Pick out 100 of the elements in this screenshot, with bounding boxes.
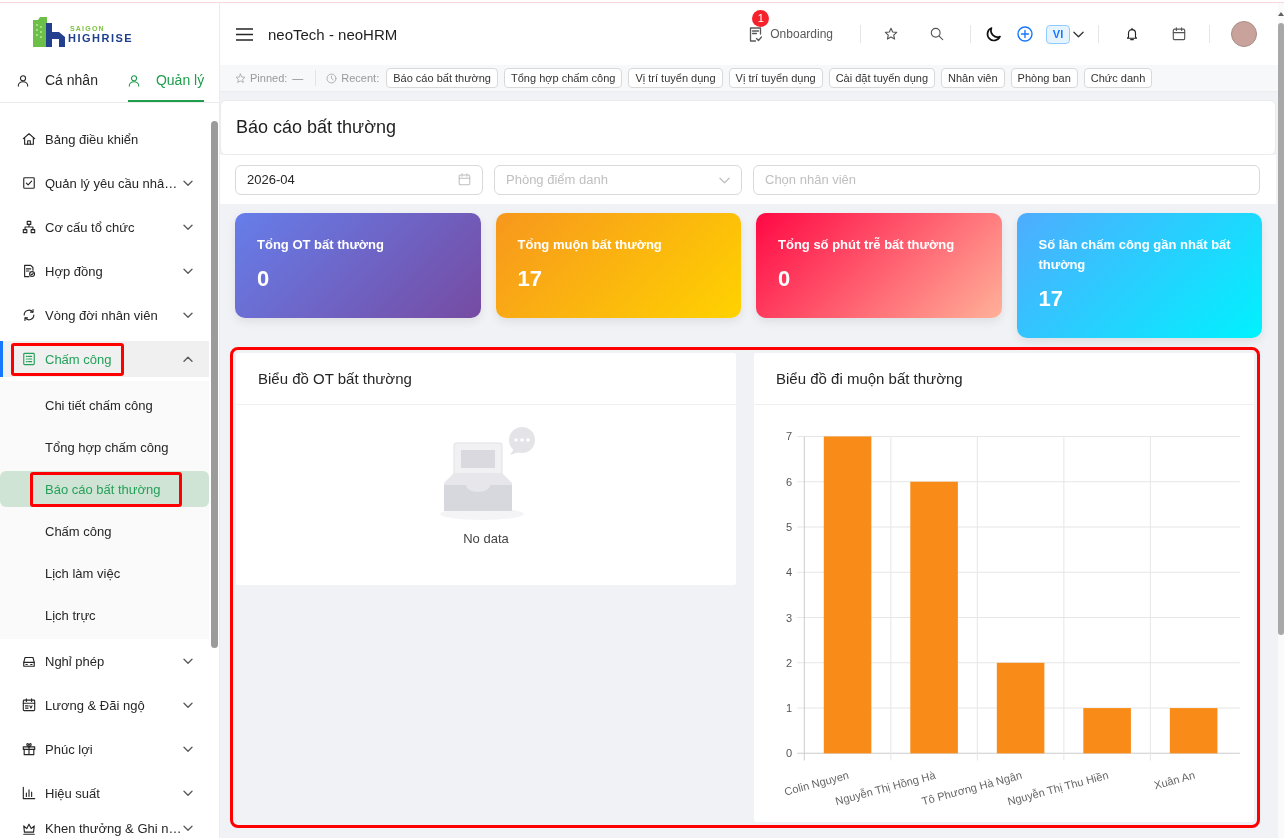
stat-value: 17 — [1038, 285, 1064, 313]
chart-bar — [1083, 708, 1131, 754]
stat-label: Tổng số phút trễ bất thường — [778, 236, 956, 254]
user-icon — [17, 73, 29, 87]
sidebar-menu-item[interactable]: Quản lý yêu cầu nhâ… — [0, 165, 209, 201]
search-icon[interactable] — [930, 27, 944, 41]
recent-page-chip[interactable]: Nhân viên — [941, 68, 1005, 88]
gift-icon — [22, 742, 36, 756]
sidebar-submenu-item[interactable]: Tổng hợp chấm công — [0, 429, 209, 465]
input-field[interactable]: Chọn nhân viên — [753, 164, 1260, 195]
axis-tick-label: 7 — [786, 430, 793, 443]
sidebar-menu-item[interactable]: Cơ cấu tổ chức — [0, 209, 209, 245]
chart-title: Biểu đồ đi muộn bất thường — [776, 370, 963, 387]
sidebar-tab[interactable]: Cá nhân — [17, 60, 98, 102]
building-logo-icon — [33, 16, 65, 47]
chevron-down-icon — [183, 789, 193, 797]
sidebar-menu-item[interactable]: Hiệu suất — [0, 775, 209, 811]
star-icon — [235, 72, 246, 84]
recent-page-chip[interactable]: Vị trí tuyển dụng — [628, 68, 723, 88]
language-button[interactable]: VI — [1046, 24, 1070, 44]
logo-text: HIGHRISE — [68, 33, 134, 44]
sidebar-submenu-item[interactable]: Lịch làm việc — [0, 555, 209, 591]
chevron-down-icon — [183, 311, 193, 319]
chevron-down-icon — [183, 745, 193, 753]
org-chart-icon — [22, 220, 36, 234]
axis-tick-label: 6 — [786, 475, 793, 488]
chart-title: Biểu đồ OT bất thường — [258, 370, 412, 387]
checkbox-icon — [22, 176, 36, 190]
pinned-label: Pinned: — [250, 72, 288, 84]
sidebar-menu-item[interactable]: Lương & Đãi ngộ — [0, 687, 209, 723]
date-field[interactable]: 2026-04 — [235, 164, 483, 195]
star-icon[interactable] — [884, 27, 898, 41]
axis-tick-label: 4 — [786, 566, 793, 579]
car-icon — [22, 654, 36, 668]
bell-icon[interactable] — [1125, 27, 1139, 41]
list-icon — [22, 352, 36, 366]
notification-badge: 1 — [752, 10, 770, 27]
sidebar-menu-item[interactable]: Khen thưởng & Ghi n… — [0, 819, 209, 838]
stat-value: 0 — [778, 265, 792, 293]
axis-tick-label: 0 — [786, 747, 793, 760]
calendar-icon — [22, 698, 36, 712]
moon-icon[interactable] — [986, 26, 1002, 42]
chevron-down-icon — [183, 657, 193, 665]
recent-page-chip[interactable]: Phòng ban — [1010, 68, 1078, 88]
chevron-down-icon — [183, 267, 193, 275]
stat-value: 17 — [517, 265, 543, 293]
refresh-icon — [22, 308, 36, 322]
recent-page-chip[interactable]: Cài đặt tuyển dụng — [828, 68, 936, 88]
recent-page-chip[interactable]: Báo cáo bất thường — [386, 68, 498, 88]
document-check-icon — [749, 26, 763, 42]
stat-label: Tổng OT bất thường — [257, 236, 385, 254]
calendar-icon[interactable] — [1172, 27, 1186, 41]
document-icon — [22, 264, 36, 278]
scroll-up-arrow-icon[interactable] — [1278, 12, 1284, 16]
sidebar-submenu-item[interactable]: Chi tiết chấm công — [0, 387, 209, 423]
chevron-down-icon — [183, 179, 193, 187]
home-icon — [22, 132, 36, 146]
crown-icon — [22, 821, 36, 836]
stat-label: Số lần chấm công gần nhất bất thường — [1038, 236, 1232, 274]
user-icon — [127, 73, 140, 87]
sidebar-menu-item[interactable]: Vòng đời nhân viên — [0, 297, 209, 333]
scrollbar-thumb[interactable] — [1278, 23, 1284, 635]
chevron-down-icon — [183, 223, 193, 231]
sidebar-tab[interactable]: Quản lý — [127, 60, 205, 102]
chart-bar — [1169, 708, 1218, 754]
pinned-empty-value: — — [292, 72, 304, 84]
chevron-down-icon — [719, 176, 730, 184]
axis-tick-label: 1 — [786, 702, 793, 715]
axis-tick-label: 5 — [786, 521, 793, 533]
plus-circle-icon[interactable] — [1017, 26, 1033, 42]
empty-message: No data — [463, 531, 509, 546]
chevron-down-icon — [183, 825, 193, 832]
sidebar-submenu-item[interactable]: Lịch trực — [0, 597, 209, 633]
sidebar-menu-item[interactable]: Hợp đồng — [0, 253, 209, 289]
chevron-up-icon — [183, 355, 193, 363]
sidebar-menu-item[interactable]: Phúc lợi — [0, 731, 209, 767]
recent-page-chip[interactable]: Tổng hợp chấm công — [504, 68, 623, 88]
stat-value: 0 — [257, 265, 271, 293]
axis-category-label: Xuân An — [1152, 768, 1197, 792]
menu-icon[interactable] — [236, 27, 253, 41]
chevron-down-icon[interactable] — [1073, 30, 1084, 38]
sidebar-menu-item[interactable]: Bảng điều khiển — [0, 121, 209, 157]
sidebar-submenu-item[interactable]: Chấm công — [0, 513, 209, 549]
avatar-image[interactable] — [1231, 21, 1257, 47]
dropdown-field[interactable]: Phòng điểm danh — [494, 164, 742, 195]
axis-tick-label: 3 — [786, 611, 793, 624]
axis-tick-label: 2 — [786, 656, 793, 669]
calendar-icon — [458, 172, 471, 186]
recent-page-chip[interactable]: Chức danh — [1083, 68, 1153, 88]
app-title: neoTech - neoHRM — [268, 25, 398, 43]
chevron-down-icon — [183, 701, 193, 709]
clock-icon — [326, 72, 338, 84]
stat-label: Tổng muộn bất thường — [517, 236, 663, 254]
recent-page-chip[interactable]: Vị trí tuyển dụng — [728, 68, 823, 88]
onboarding-button[interactable]: Onboarding 1 — [747, 10, 833, 48]
sidebar-menu-item[interactable]: Nghỉ phép — [0, 643, 209, 679]
page-title: Báo cáo bất thường — [220, 100, 1276, 155]
scrollbar-thumb[interactable] — [211, 121, 218, 648]
recent-label: Recent: — [341, 72, 380, 84]
bar-chart-icon — [22, 786, 36, 800]
